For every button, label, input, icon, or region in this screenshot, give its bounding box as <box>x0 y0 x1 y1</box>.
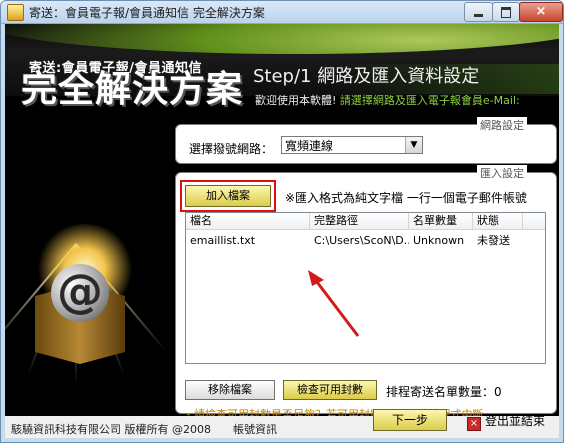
scheduled-count: 排程寄送名單數量：0 <box>386 385 502 399</box>
list-header: 檔名 完整路徑 名單數量 狀態 <box>186 213 545 230</box>
step-title: Step/1 網路及匯入資料設定 <box>253 66 480 87</box>
title-bar[interactable]: 寄送：會員電子報/會員通知信 完全解決方案 × <box>1 1 563 24</box>
minimize-button[interactable] <box>464 2 493 22</box>
file-status-cell: 未發送 <box>477 234 510 247</box>
brand-title: 完全解決方案 <box>21 69 244 110</box>
arrow-head <box>308 270 324 286</box>
next-step-button[interactable]: 下一步 <box>373 409 447 431</box>
header-banner: 寄送:會員電子報/會員通知信 完全解決方案 Step/1 網路及匯入資料設定 <box>5 24 559 108</box>
file-name-cell: emaillist.txt <box>190 234 256 247</box>
red-arrow-annotation <box>308 270 360 337</box>
check-available-button[interactable]: 檢查可用封數 <box>283 380 377 400</box>
network-settings-legend: 網路設定 <box>477 117 527 133</box>
welcome-prefix: 歡迎使用本軟體! <box>255 94 337 107</box>
window-title: 寄送：會員電子報/會員通知信 完全解決方案 <box>29 6 265 20</box>
account-info-link[interactable]: 帳號資訊 <box>233 421 277 437</box>
close-button[interactable]: × <box>519 2 563 22</box>
file-path-cell: C:\Users\ScoN\D... <box>314 234 409 247</box>
logout-exit-label: 登出並結束 <box>485 414 546 428</box>
chevron-down-icon[interactable]: ▼ <box>405 137 422 153</box>
network-select-value: 寬頻連線 <box>285 139 334 153</box>
column-header-filename[interactable]: 檔名 <box>186 213 310 229</box>
banner-swoosh <box>5 24 559 54</box>
copyright-text: 駭驍資訊科技有限公司 版權所有 @2008 <box>11 423 211 436</box>
at-sign-icon: @ <box>51 264 109 322</box>
remove-file-button[interactable]: 移除檔案 <box>185 380 275 400</box>
import-hint: ※匯入格式為純文字檔 一行一個電子郵件帳號 <box>285 191 527 205</box>
network-label: 選擇撥號網路： <box>189 142 274 156</box>
logout-exit-button[interactable]: × 登出並結束 <box>467 412 545 431</box>
add-file-button[interactable]: 加入檔案 <box>185 185 271 207</box>
column-header-path[interactable]: 完整路徑 <box>310 213 409 229</box>
column-header-status[interactable]: 狀態 <box>473 213 523 229</box>
app-icon <box>7 4 24 21</box>
welcome-instruction: 請選擇網路及匯入電子報會員e-Mail: <box>336 94 520 107</box>
arrow-shaft <box>312 277 360 337</box>
list-item[interactable]: emaillist.txt C:\Users\ScoN\D... Unknown… <box>186 233 545 249</box>
column-header-count[interactable]: 名單數量 <box>409 213 473 229</box>
import-settings-legend: 匯入設定 <box>477 165 527 181</box>
gift-box-illustration: @ <box>5 104 167 404</box>
file-count-cell: Unknown <box>413 234 465 247</box>
close-icon: × <box>467 417 481 431</box>
maximize-button[interactable] <box>492 2 520 22</box>
network-select[interactable]: 寬頻連線 ▼ <box>281 136 423 154</box>
client-area: 寄送:會員電子報/會員通知信 完全解決方案 Step/1 網路及匯入資料設定 歡… <box>5 24 559 438</box>
app-window: 寄送：會員電子報/會員通知信 完全解決方案 × 寄送:會員電子報/會員通知信 完… <box>0 0 564 443</box>
welcome-text: 歡迎使用本軟體! 請選擇網路及匯入電子報會員e-Mail: <box>255 92 520 108</box>
